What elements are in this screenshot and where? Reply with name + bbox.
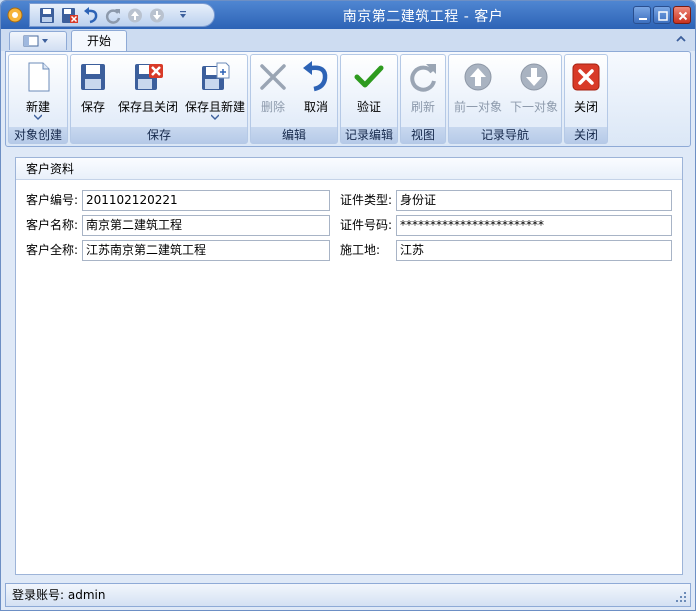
customer-fullname-input[interactable]: 江苏南京第二建筑工程 bbox=[82, 240, 330, 261]
id-number-input[interactable]: ************************ bbox=[396, 215, 672, 236]
group-label: 保存 bbox=[71, 127, 247, 143]
site-input[interactable]: 江苏 bbox=[396, 240, 672, 261]
cancel-button[interactable]: 取消 bbox=[295, 58, 337, 126]
minimize-button[interactable] bbox=[633, 6, 651, 24]
undo-icon bbox=[303, 61, 328, 92]
save-button[interactable]: 保存 bbox=[73, 58, 113, 126]
delete-x-icon bbox=[260, 64, 286, 90]
group-object-create: 新建 对象创建 bbox=[8, 54, 68, 144]
app-gear-icon[interactable] bbox=[5, 5, 25, 25]
menu-icon bbox=[23, 35, 48, 47]
refresh-icon bbox=[410, 64, 436, 92]
up-icon[interactable] bbox=[126, 7, 144, 24]
close-window-button[interactable] bbox=[673, 6, 691, 24]
id-number-label: 证件号码: bbox=[340, 218, 393, 232]
ribbon: 新建 对象创建 保存 保存且关闭 保存且新建 保存 删除 取消 编辑 验证 记录… bbox=[5, 51, 691, 147]
group-view: 刷新 视图 bbox=[400, 54, 446, 144]
group-label: 记录导航 bbox=[449, 127, 561, 143]
resize-grip-icon[interactable] bbox=[675, 591, 687, 603]
login-account-text: 登录账号: admin bbox=[12, 588, 106, 602]
maximize-button[interactable] bbox=[653, 6, 671, 24]
group-label: 关闭 bbox=[565, 127, 607, 143]
customer-code-label: 客户编号: bbox=[26, 193, 79, 207]
window-title: 南京第二建筑工程 - 客户 bbox=[342, 9, 504, 25]
checkmark-icon bbox=[354, 65, 384, 88]
save-new-icon bbox=[202, 62, 230, 90]
section-title: 客户资料 bbox=[16, 158, 682, 180]
chevron-down-icon bbox=[34, 114, 42, 120]
minimize-icon bbox=[639, 18, 647, 20]
new-document-icon bbox=[28, 62, 50, 92]
group-edit: 删除 取消 编辑 bbox=[250, 54, 338, 144]
save-and-close-button[interactable]: 保存且关闭 bbox=[115, 58, 181, 126]
close-button[interactable]: 关闭 bbox=[565, 58, 607, 126]
refresh-icon[interactable] bbox=[104, 7, 122, 24]
refresh-button[interactable]: 刷新 bbox=[401, 58, 445, 126]
up-arrow-icon bbox=[464, 63, 492, 91]
customer-name-label: 客户名称: bbox=[26, 218, 79, 232]
customer-fullname-label: 客户全称: bbox=[26, 243, 79, 257]
close-icon bbox=[678, 11, 688, 21]
down-icon[interactable] bbox=[148, 7, 166, 24]
save-icon[interactable] bbox=[38, 7, 56, 24]
group-save: 保存 保存且关闭 保存且新建 保存 bbox=[70, 54, 248, 144]
group-label: 记录编辑 bbox=[341, 127, 397, 143]
group-label: 对象创建 bbox=[9, 127, 67, 143]
id-type-input[interactable]: 身份证 bbox=[396, 190, 672, 211]
group-close: 关闭 关闭 bbox=[564, 54, 608, 144]
down-arrow-icon bbox=[520, 63, 548, 91]
content-area: 客户资料 客户编号: 201102120221 客户名称: 南京第二建筑工程 客… bbox=[5, 151, 691, 581]
save-icon bbox=[81, 64, 105, 90]
customer-code-input[interactable]: 201102120221 bbox=[82, 190, 330, 211]
validate-button[interactable]: 验证 bbox=[341, 58, 397, 126]
status-bar: 登录账号: admin bbox=[5, 583, 691, 607]
close-red-icon bbox=[572, 63, 600, 91]
delete-button[interactable]: 删除 bbox=[253, 58, 293, 126]
group-record-nav: 前一对象 下一对象 记录导航 bbox=[448, 54, 562, 144]
ribbon-tab-strip: 开始 bbox=[1, 29, 695, 51]
new-button[interactable]: 新建 bbox=[9, 58, 67, 126]
quick-access-toolbar bbox=[29, 3, 215, 27]
previous-object-button[interactable]: 前一对象 bbox=[451, 58, 505, 126]
save-close-icon bbox=[135, 64, 163, 90]
site-label: 施工地: bbox=[340, 243, 381, 257]
undo-icon[interactable] bbox=[82, 7, 100, 24]
title-bar[interactable]: 南京第二建筑工程 - 客户 bbox=[1, 1, 695, 29]
group-label: 编辑 bbox=[251, 127, 337, 143]
save-and-new-button[interactable]: 保存且新建 bbox=[183, 58, 247, 126]
customize-icon[interactable] bbox=[174, 7, 192, 24]
group-label: 视图 bbox=[401, 127, 445, 143]
id-type-label: 证件类型: bbox=[340, 193, 393, 207]
tab-start[interactable]: 开始 bbox=[71, 30, 127, 51]
app-window: 南京第二建筑工程 - 客户 开始 新建 对象创建 保存 保存且关闭 保存且新建 … bbox=[0, 0, 696, 611]
maximize-icon bbox=[658, 11, 668, 21]
group-record-edit: 验证 记录编辑 bbox=[340, 54, 398, 144]
next-object-button[interactable]: 下一对象 bbox=[507, 58, 561, 126]
app-menu-button[interactable] bbox=[9, 31, 67, 50]
customer-info-panel: 客户资料 客户编号: 201102120221 客户名称: 南京第二建筑工程 客… bbox=[15, 157, 683, 575]
chevron-down-icon bbox=[211, 114, 219, 120]
collapse-ribbon-icon[interactable] bbox=[675, 33, 687, 45]
customer-name-input[interactable]: 南京第二建筑工程 bbox=[82, 215, 330, 236]
save-close-icon[interactable] bbox=[60, 7, 78, 24]
